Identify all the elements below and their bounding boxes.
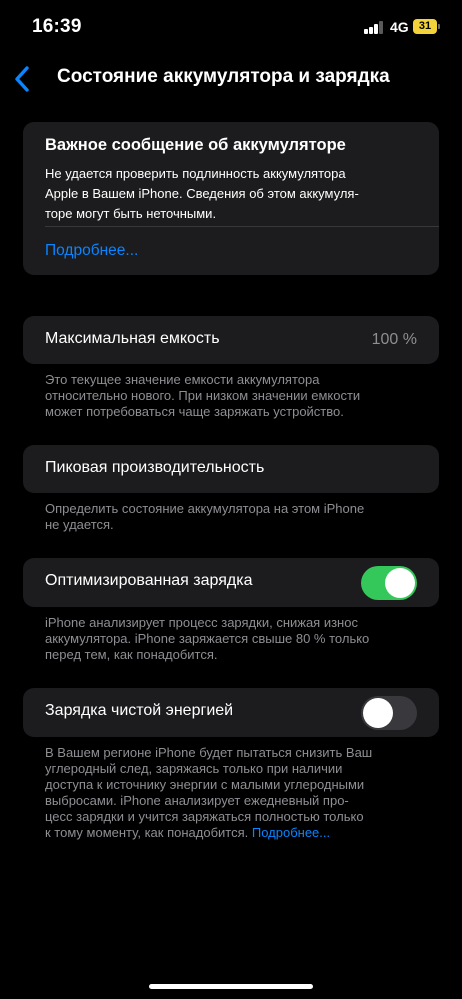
clean-energy-row: Зарядка чистой энергией (23, 688, 439, 737)
peak-performance-label: Пиковая производительность (45, 459, 265, 476)
back-button[interactable] (10, 64, 36, 94)
chevron-left-icon (15, 66, 29, 92)
divider (45, 226, 439, 227)
status-time: 16:39 (32, 16, 82, 37)
message-body: Не удается проверить подлинность аккумул… (45, 166, 359, 221)
page-title: Состояние аккумулятора и зарядка (57, 66, 390, 87)
battery-message-card: Важное сообщение об аккумуляторе Не удае… (23, 122, 439, 275)
optimized-charging-label: Оптимизированная зарядка (45, 572, 253, 589)
optimized-charging-footer: iPhone анализирует процесс зарядки, сниж… (45, 615, 370, 662)
toggle-knob (385, 568, 415, 598)
optimized-charging-row: Оптимизированная зарядка (23, 558, 439, 607)
battery-tip (438, 24, 440, 29)
max-capacity-footer: Это текущее значение емкости аккумулятор… (45, 372, 361, 419)
max-capacity-value: 100 % (371, 331, 417, 348)
clean-energy-learn-more-link[interactable]: Подробнее... (252, 825, 330, 840)
home-indicator[interactable] (149, 984, 313, 989)
cellular-signal-icon (364, 21, 384, 34)
learn-more-link[interactable]: Подробнее... (45, 242, 138, 260)
battery-icon: 31 (413, 19, 437, 34)
max-capacity-row: Максимальная емкость 100 % (23, 316, 439, 364)
clean-energy-footer: В Вашем регионе iPhone будет пытаться сн… (45, 745, 373, 840)
peak-performance-row: Пиковая производительность (23, 445, 439, 493)
message-title: Важное сообщение об аккумуляторе (45, 136, 346, 154)
network-type: 4G (390, 19, 409, 35)
max-capacity-label: Максимальная емкость (45, 330, 220, 347)
optimized-charging-toggle[interactable] (361, 566, 417, 600)
status-bar: 16:39 4G 31 (0, 0, 462, 56)
clean-energy-toggle[interactable] (361, 696, 417, 730)
toggle-knob (363, 698, 393, 728)
peak-performance-footer: Определить состояние аккумулятора на это… (45, 501, 365, 532)
clean-energy-label: Зарядка чистой энергией (45, 702, 234, 719)
